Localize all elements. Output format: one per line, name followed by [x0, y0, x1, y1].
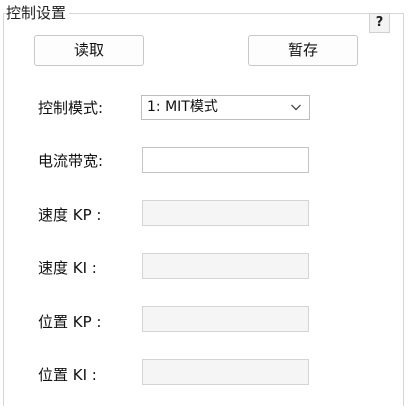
read-button[interactable]: 读取 — [34, 35, 144, 66]
save-button[interactable]: 暂存 — [248, 35, 358, 66]
position-kp-label: 位置 KP : — [38, 313, 102, 331]
position-kp-field[interactable] — [142, 306, 309, 332]
chevron-down-icon — [291, 104, 301, 111]
help-button[interactable]: ? — [369, 13, 390, 33]
speed-ki-field[interactable] — [142, 253, 309, 279]
speed-kp-field[interactable] — [142, 200, 309, 226]
control-settings-panel: 控制设置 ? 读取 暂存 控制模式: 1: MIT模式 电流带宽: 速度 KP … — [0, 0, 408, 408]
position-ki-field[interactable] — [142, 359, 309, 385]
control-mode-value: 1: MIT模式 — [147, 99, 218, 115]
current-bandwidth-field[interactable] — [142, 147, 309, 173]
group-title: 控制设置 — [6, 3, 70, 23]
control-mode-select[interactable]: 1: MIT模式 — [141, 95, 310, 120]
control-mode-label: 控制模式: — [38, 99, 104, 117]
speed-ki-label: 速度 KI : — [38, 259, 97, 277]
current-bandwidth-label: 电流带宽: — [38, 152, 104, 170]
question-mark-icon: ? — [375, 15, 384, 30]
position-ki-label: 位置 KI : — [38, 366, 97, 384]
speed-kp-label: 速度 KP : — [38, 206, 102, 224]
